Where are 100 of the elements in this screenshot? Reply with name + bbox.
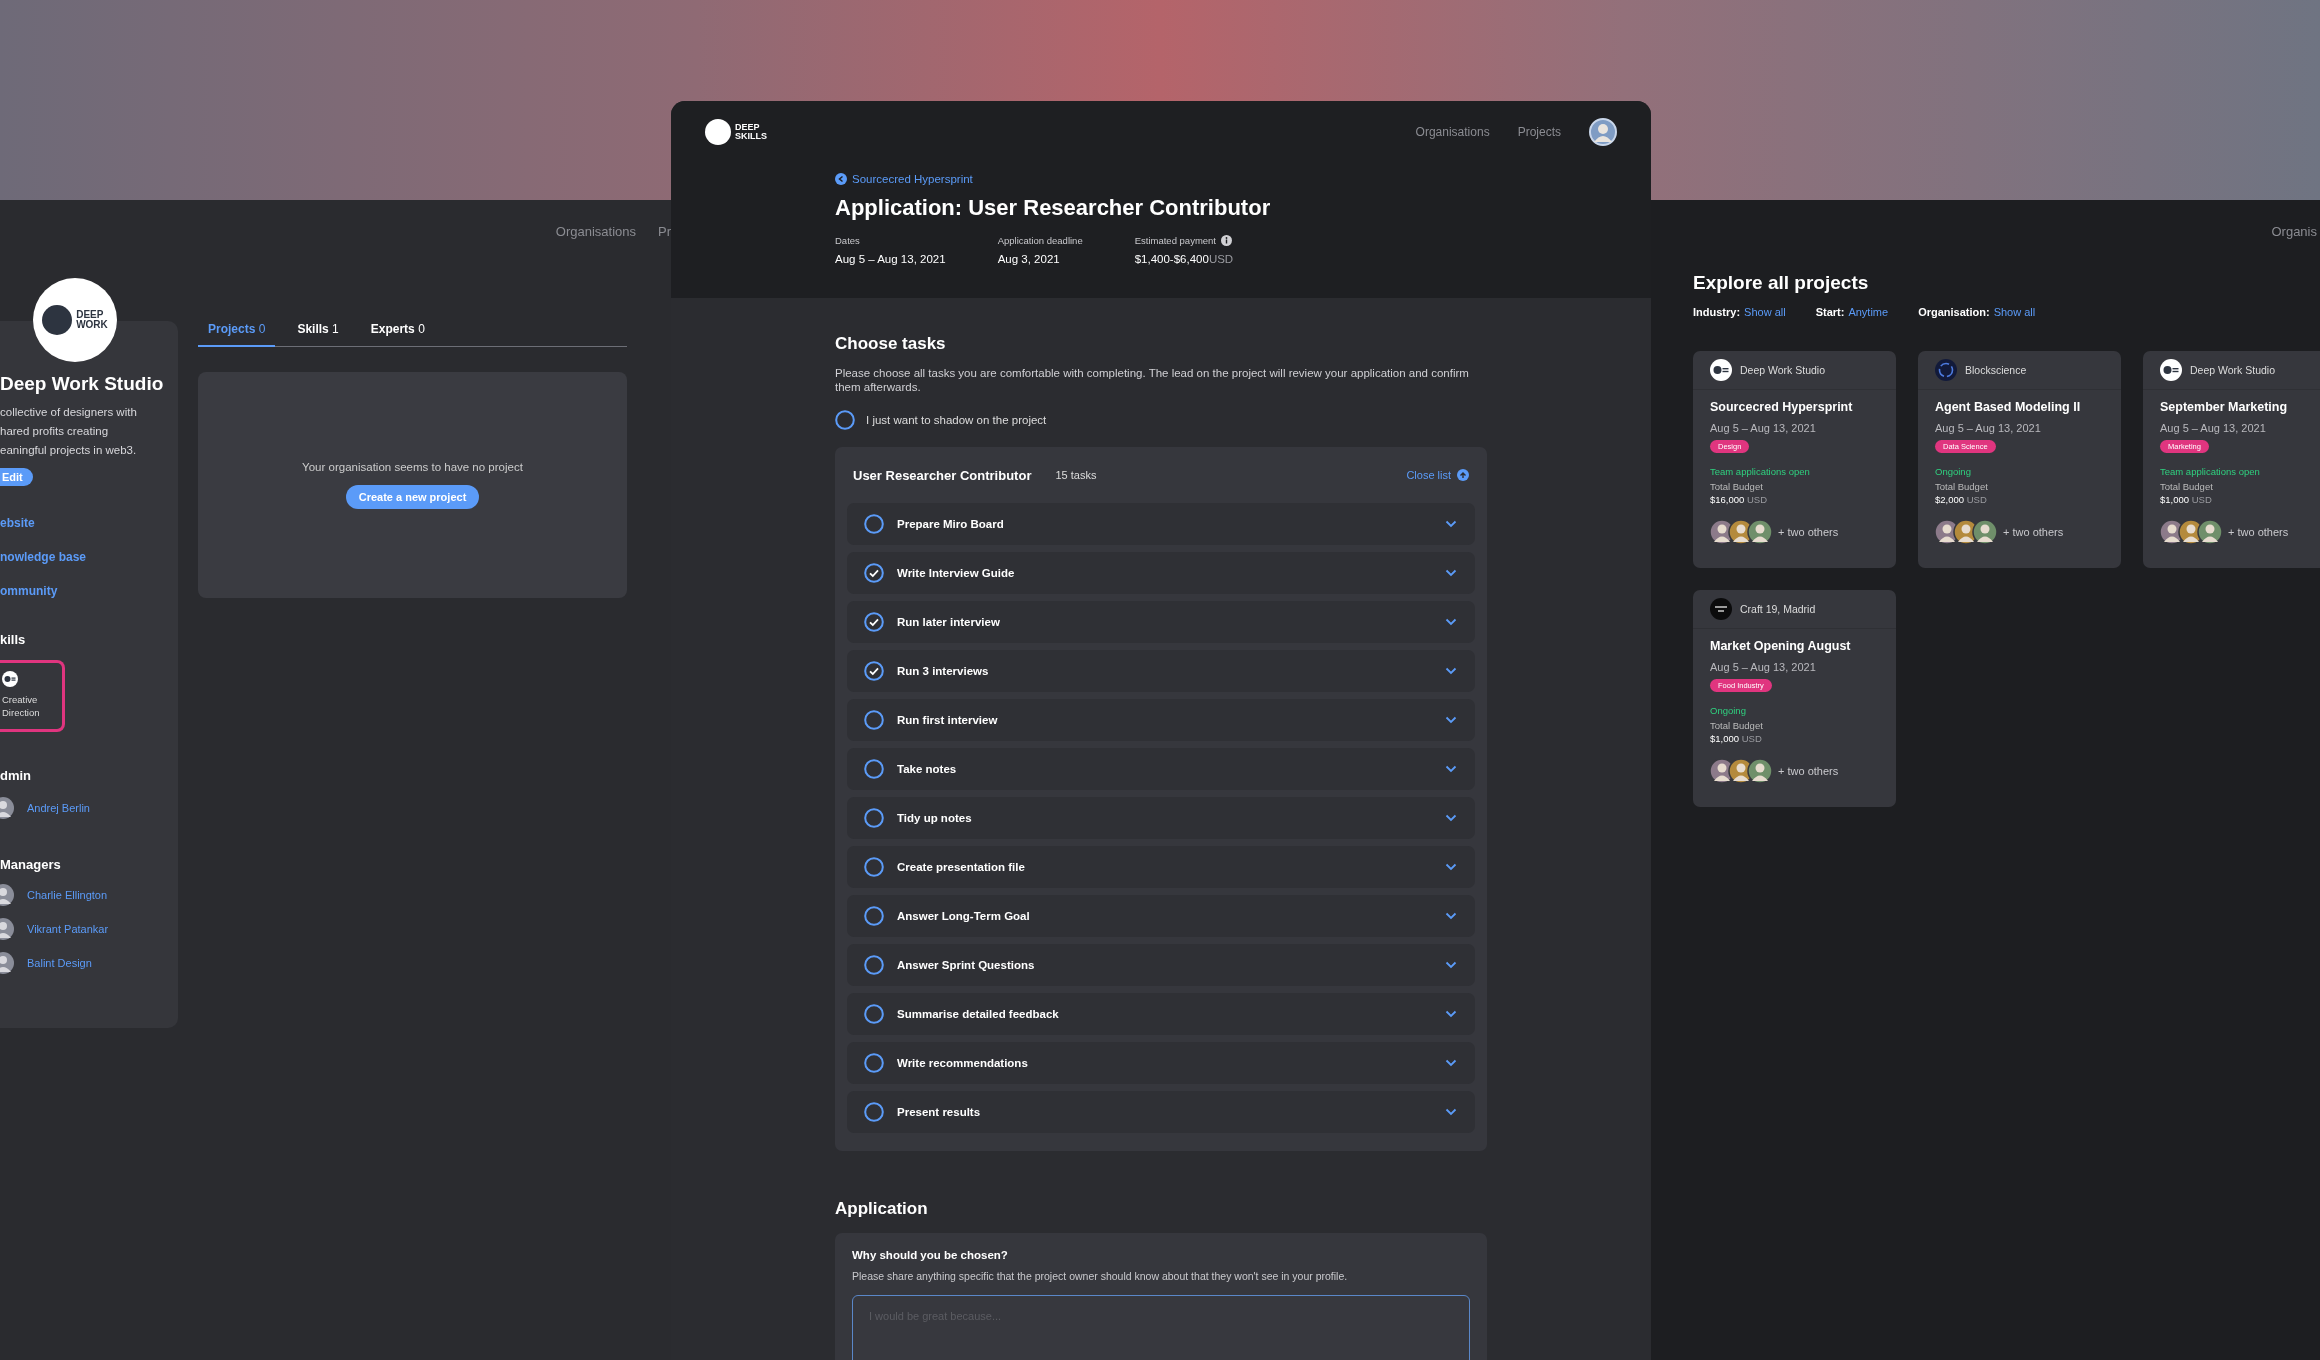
chevron-down-icon[interactable] (1445, 765, 1457, 773)
task-row[interactable]: Create presentation file (847, 846, 1475, 888)
chevron-down-icon[interactable] (1445, 912, 1457, 920)
budget-label: Total Budget (1710, 720, 1763, 731)
close-list-link[interactable]: Close list (1406, 469, 1469, 481)
section-heading: Managers (0, 857, 61, 872)
checkbox[interactable] (864, 1102, 884, 1122)
person-link[interactable]: Balint Design (27, 957, 92, 969)
org-name: Deep Work Studio (0, 373, 164, 395)
tab[interactable]: Projects 0 (198, 316, 276, 347)
checkbox[interactable] (864, 661, 884, 681)
meta-label: Dates (835, 235, 860, 246)
back-link[interactable]: Sourcecred Hypersprint (835, 173, 973, 185)
radio-button[interactable] (835, 410, 855, 430)
task-row[interactable]: Run 3 interviews (847, 650, 1475, 692)
chevron-down-icon[interactable] (1445, 520, 1457, 528)
person-link[interactable]: Charlie Ellington (27, 889, 108, 901)
project-title: Sourcecred Hypersprint (1710, 400, 1853, 414)
task-count: 15 tasks (1055, 469, 1097, 481)
filter-link[interactable]: Show all (1993, 306, 2036, 318)
nav-link[interactable]: Projects (1517, 125, 1561, 139)
avatar-icon (0, 918, 16, 940)
chevron-down-icon[interactable] (1445, 863, 1457, 871)
tab[interactable]: Experts 0 (360, 316, 435, 347)
filter-link[interactable]: Anytime (1848, 306, 1889, 318)
person-link[interactable]: Vikrant Patankar (27, 923, 109, 935)
checkbox[interactable] (864, 1053, 884, 1073)
task-row[interactable]: Tidy up notes (847, 797, 1475, 839)
sidebar-link[interactable]: ebsite (0, 516, 35, 530)
chevron-down-icon[interactable] (1445, 814, 1457, 822)
chevron-down-icon[interactable] (1445, 1010, 1457, 1018)
org-description: collective of designers with hared profits creating eaningful projects in web3. (0, 405, 137, 458)
task-label: Run 3 interviews (897, 665, 989, 677)
nav-link[interactable]: Pr (658, 224, 671, 244)
checkbox[interactable] (864, 808, 884, 828)
others-count: + two others (1778, 526, 1839, 538)
task-row[interactable]: Write Interview Guide (847, 552, 1475, 594)
section-description: Please choose all tasks you are comfortable with completing. The lead on the project will review your application and confirm them afterwards. (835, 366, 1470, 394)
org-logo: DEEP WORK (33, 278, 117, 362)
filter-label: Industry: (1693, 306, 1741, 318)
project-status: Ongoing (1935, 466, 1971, 477)
chevron-down-icon[interactable] (1445, 667, 1457, 675)
logo-icon (705, 119, 731, 145)
project-dates: Aug 5 – Aug 13, 2021 (1935, 422, 2041, 434)
avatar-stack-drawing (2160, 520, 2222, 544)
task-row[interactable]: Prepare Miro Board (847, 503, 1475, 545)
chevron-down-icon[interactable] (1445, 569, 1457, 577)
arrow-up-icon (1457, 469, 1469, 481)
budget-label: Total Budget (1710, 481, 1763, 492)
task-row[interactable]: Take notes (847, 748, 1475, 790)
avatar-icon (0, 884, 16, 906)
sidebar-link[interactable]: nowledge base (0, 550, 87, 564)
task-row[interactable]: Answer Long-Term Goal (847, 895, 1475, 937)
meta-label: Estimated payment (1134, 235, 1216, 246)
info-icon[interactable] (1221, 235, 1232, 246)
chevron-down-icon[interactable] (1445, 1059, 1457, 1067)
checkbox[interactable] (864, 759, 884, 779)
org-name: Deep Work Studio (2190, 364, 2275, 376)
checkbox[interactable] (864, 514, 884, 534)
checkbox[interactable] (864, 612, 884, 632)
org-name: Craft 19, Madrid (1740, 603, 1816, 615)
checkbox[interactable] (864, 955, 884, 975)
task-row[interactable]: Run first interview (847, 699, 1475, 741)
nav-link[interactable]: Organisations (1415, 125, 1490, 139)
budget-amount: $1,000 USD (2160, 494, 2212, 505)
skill-card[interactable]: Creative Direction (0, 660, 65, 732)
checkbox[interactable] (864, 857, 884, 877)
task-label: Run later interview (897, 616, 1000, 628)
task-row[interactable]: Write recommendations (847, 1042, 1475, 1084)
question-hint: Please share anything specific that the project owner should know about that they won't see in your profile. (852, 1270, 1349, 1282)
chevron-down-icon[interactable] (1445, 618, 1457, 626)
meta-label: Application deadline (997, 235, 1083, 246)
page-title: Application: User Researcher Contributor (835, 195, 1271, 221)
tab[interactable]: Skills 1 (287, 316, 349, 347)
person-link[interactable]: Andrej Berlin (27, 802, 90, 814)
meta-value: Aug 3, 2021 (997, 253, 1061, 265)
meta-value: $1,400-$6,400USD (1134, 253, 1234, 265)
nav-link[interactable]: Organis (2271, 224, 2317, 244)
option-label: I just want to shadow on the project (866, 414, 1047, 426)
chevron-down-icon[interactable] (1445, 716, 1457, 724)
task-row[interactable]: Answer Sprint Questions (847, 944, 1475, 986)
task-label: Prepare Miro Board (897, 518, 1004, 530)
filter-label: Organisation: (1918, 306, 1990, 318)
chevron-down-icon[interactable] (1445, 961, 1457, 969)
avatar-icon[interactable] (1589, 118, 1617, 146)
chevron-down-icon[interactable] (1445, 1108, 1457, 1116)
checkbox[interactable] (864, 1004, 884, 1024)
checkbox[interactable] (864, 563, 884, 583)
task-row[interactable]: Run later interview (847, 601, 1475, 643)
nav-link[interactable]: Organisations (555, 224, 636, 244)
filter-label: Start: (1815, 306, 1845, 318)
project-title: Agent Based Modeling II (1935, 400, 2081, 414)
sidebar-link[interactable]: ommunity (0, 584, 58, 598)
avatar-icon (0, 952, 16, 974)
checkbox[interactable] (864, 906, 884, 926)
budget-label: Total Budget (2160, 481, 2213, 492)
task-row[interactable]: Present results (847, 1091, 1475, 1133)
task-row[interactable]: Summarise detailed feedback (847, 993, 1475, 1035)
checkbox[interactable] (864, 710, 884, 730)
filter-link[interactable]: Show all (1744, 306, 1786, 318)
